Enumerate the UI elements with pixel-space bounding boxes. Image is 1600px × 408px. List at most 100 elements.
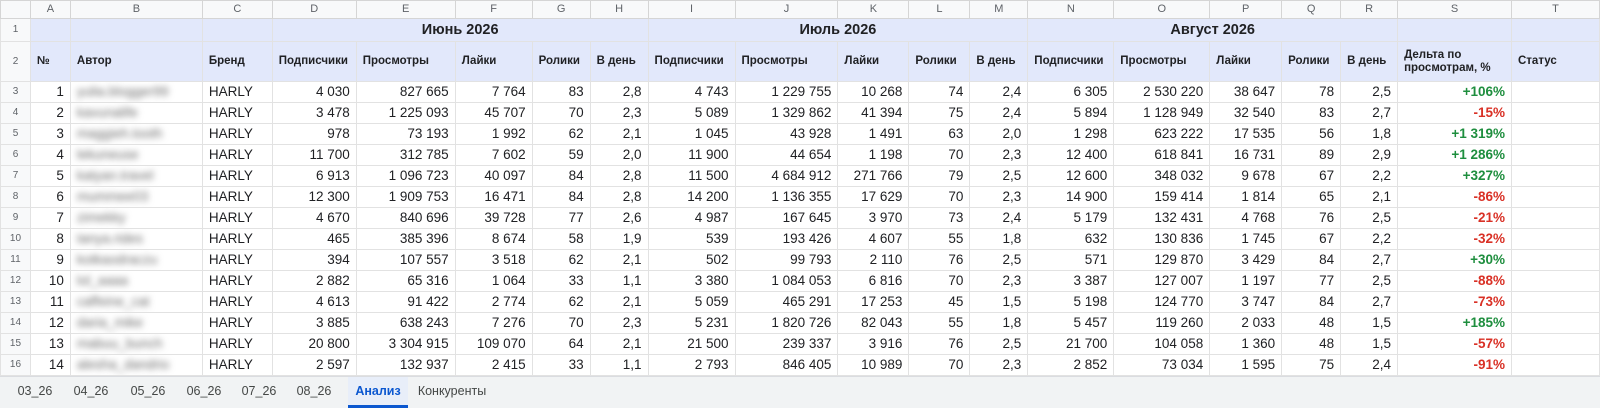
cell-delta[interactable]: -73%	[1397, 291, 1512, 313]
header-cell[interactable]	[1510, 18, 1600, 42]
cell-june-videos[interactable]: 84	[531, 165, 591, 187]
cell-status[interactable]	[1510, 291, 1600, 313]
cell-july-views[interactable]: 1 229 755	[734, 81, 839, 103]
column-header[interactable]: D	[271, 0, 357, 19]
cell-status[interactable]	[1510, 249, 1600, 271]
cell-july-videos[interactable]: 73	[908, 207, 971, 229]
row-number[interactable]: 10	[0, 228, 31, 250]
cell-number[interactable]: 7	[29, 207, 71, 229]
cell-june-views[interactable]: 107 557	[355, 249, 456, 271]
cell-july-likes[interactable]: 41 394	[837, 102, 910, 124]
cell-author[interactable]: yulia.blogger99	[69, 81, 203, 103]
row-number[interactable]: 4	[0, 102, 31, 124]
cell-july-per-day[interactable]: 2,4	[969, 102, 1029, 124]
cell-june-subscribers[interactable]: 394	[271, 249, 357, 271]
cell-august-likes[interactable]: 4 768	[1209, 207, 1283, 229]
cell-number[interactable]: 9	[29, 249, 71, 271]
cell-delta[interactable]: +1 286%	[1397, 144, 1512, 166]
cell-brand[interactable]: HARLY	[201, 270, 273, 292]
cell-july-views[interactable]: 846 405	[734, 354, 839, 376]
cell-june-views[interactable]: 91 422	[355, 291, 456, 313]
cell-august-per-day[interactable]: 2,1	[1340, 186, 1399, 208]
cell-june-videos[interactable]: 62	[531, 123, 591, 145]
cell-june-likes[interactable]: 1 064	[454, 270, 533, 292]
cell-june-per-day[interactable]: 2,1	[589, 333, 649, 355]
column-header[interactable]: H	[589, 0, 649, 19]
month-header-june[interactable]: Июнь 2026	[271, 18, 649, 42]
cell-june-videos[interactable]: 70	[531, 102, 591, 124]
cell-july-per-day[interactable]: 2,3	[969, 186, 1029, 208]
cell-author[interactable]: maggieh.tooth	[69, 123, 203, 145]
cell-august-per-day[interactable]: 2,5	[1340, 270, 1399, 292]
cell-delta[interactable]: +106%	[1397, 81, 1512, 103]
cell-july-videos[interactable]: 76	[908, 249, 971, 271]
cell-number[interactable]: 3	[29, 123, 71, 145]
cell-june-per-day[interactable]: 2,8	[589, 186, 649, 208]
cell-author[interactable]: caffeine_cat	[69, 291, 203, 313]
cell-august-videos[interactable]: 77	[1281, 270, 1342, 292]
cell-june-per-day[interactable]: 2,3	[589, 312, 649, 334]
cell-brand[interactable]: HARLY	[201, 249, 273, 271]
month-header-july[interactable]: Июль 2026	[647, 18, 1029, 42]
cell-june-subscribers[interactable]: 4 613	[271, 291, 357, 313]
cell-july-per-day[interactable]: 2,3	[969, 144, 1029, 166]
header-july-per-day[interactable]: В день	[969, 41, 1029, 82]
cell-june-likes[interactable]: 39 728	[454, 207, 533, 229]
cell-august-videos[interactable]: 89	[1281, 144, 1342, 166]
cell-status[interactable]	[1510, 165, 1600, 187]
cell-july-likes[interactable]: 17 629	[837, 186, 910, 208]
cell-july-subscribers[interactable]: 3 380	[647, 270, 736, 292]
column-header[interactable]: P	[1209, 0, 1283, 19]
cell-august-subscribers[interactable]: 6 305	[1027, 81, 1115, 103]
header-june-views[interactable]: Просмотры	[355, 41, 456, 82]
row-number[interactable]: 9	[0, 207, 31, 229]
header-status[interactable]: Статус	[1510, 41, 1600, 82]
cell-brand[interactable]: HARLY	[201, 228, 273, 250]
cell-august-videos[interactable]: 76	[1281, 207, 1342, 229]
cell-august-per-day[interactable]: 2,5	[1340, 207, 1399, 229]
cell-july-views[interactable]: 43 928	[734, 123, 839, 145]
cell-august-views[interactable]: 73 034	[1113, 354, 1211, 376]
cell-june-per-day[interactable]: 2,6	[589, 207, 649, 229]
cell-august-views[interactable]: 159 414	[1113, 186, 1211, 208]
cell-august-views[interactable]: 124 770	[1113, 291, 1211, 313]
cell-august-subscribers[interactable]: 3 387	[1027, 270, 1115, 292]
cell-june-subscribers[interactable]: 2 597	[271, 354, 357, 376]
cell-august-views[interactable]: 104 058	[1113, 333, 1211, 355]
cell-june-videos[interactable]: 77	[531, 207, 591, 229]
cell-august-videos[interactable]: 83	[1281, 102, 1342, 124]
cell-number[interactable]: 8	[29, 228, 71, 250]
cell-author[interactable]: kavunalife	[69, 102, 203, 124]
cell-brand[interactable]: HARLY	[201, 165, 273, 187]
cell-august-subscribers[interactable]: 571	[1027, 249, 1115, 271]
cell-july-likes[interactable]: 17 253	[837, 291, 910, 313]
cell-status[interactable]	[1510, 270, 1600, 292]
sheet-tab[interactable]: 06_26	[175, 377, 233, 408]
cell-june-views[interactable]: 1 225 093	[355, 102, 456, 124]
cell-june-subscribers[interactable]: 3 885	[271, 312, 357, 334]
cell-august-subscribers[interactable]: 5 457	[1027, 312, 1115, 334]
cell-delta[interactable]: -86%	[1397, 186, 1512, 208]
column-header[interactable]: J	[734, 0, 839, 19]
cell-delta[interactable]: +30%	[1397, 249, 1512, 271]
cell-june-per-day[interactable]: 2,3	[589, 102, 649, 124]
column-header[interactable]: M	[969, 0, 1029, 19]
cell-august-videos[interactable]: 65	[1281, 186, 1342, 208]
cell-june-videos[interactable]: 33	[531, 270, 591, 292]
row-number[interactable]: 5	[0, 123, 31, 145]
cell-june-likes[interactable]: 1 992	[454, 123, 533, 145]
header-august-per-day[interactable]: В день	[1340, 41, 1399, 82]
cell-june-videos[interactable]: 70	[531, 312, 591, 334]
cell-brand[interactable]: HARLY	[201, 291, 273, 313]
cell-august-likes[interactable]: 1 360	[1209, 333, 1283, 355]
cell-august-views[interactable]: 129 870	[1113, 249, 1211, 271]
cell-july-videos[interactable]: 70	[908, 144, 971, 166]
cell-june-likes[interactable]: 3 518	[454, 249, 533, 271]
header-july-views[interactable]: Просмотры	[734, 41, 839, 82]
cell-number[interactable]: 11	[29, 291, 71, 313]
cell-july-per-day[interactable]: 2,3	[969, 270, 1029, 292]
cell-august-likes[interactable]: 9 678	[1209, 165, 1283, 187]
cell-author[interactable]: kotkaodraczu	[69, 249, 203, 271]
cell-august-per-day[interactable]: 2,9	[1340, 144, 1399, 166]
column-header[interactable]: F	[454, 0, 533, 19]
